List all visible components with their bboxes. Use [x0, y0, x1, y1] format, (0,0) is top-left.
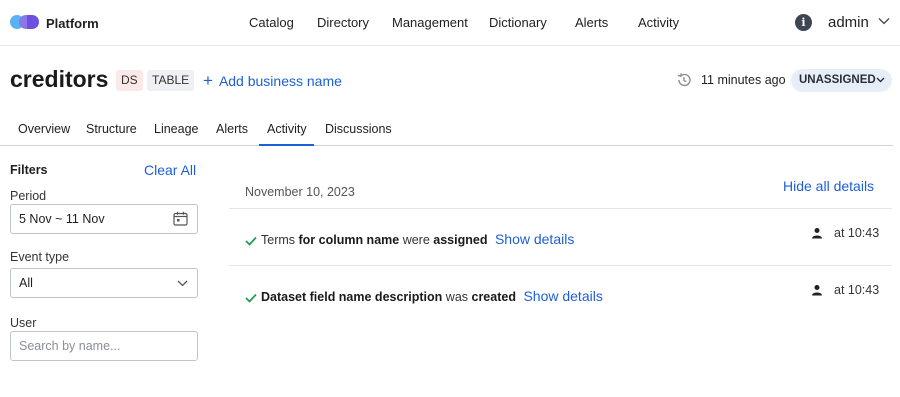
chevron-down-icon[interactable]: [878, 17, 890, 25]
nav-management[interactable]: Management: [392, 15, 468, 30]
last-updated: 11 minutes ago: [701, 73, 786, 87]
show-details-link[interactable]: Show details: [523, 288, 602, 304]
tab-discussions[interactable]: Discussions: [325, 122, 392, 136]
event-text-part: Dataset field name description: [261, 290, 443, 304]
calendar-icon: [173, 211, 188, 226]
assignment-label: UNASSIGNED: [799, 74, 876, 86]
user-icon: [812, 228, 822, 239]
activity-date: November 10, 2023: [245, 185, 355, 199]
table-badge: TABLE: [147, 70, 195, 91]
active-tab-indicator: [259, 144, 314, 146]
user-icon: [812, 285, 822, 296]
clear-all-button[interactable]: Clear All: [144, 162, 196, 178]
event-type-value: All: [19, 276, 33, 290]
tab-activity[interactable]: Activity: [267, 122, 307, 136]
period-value: 5 Nov ~ 11 Nov: [19, 212, 105, 226]
top-navigation: Platform Catalog Directory Management Di…: [0, 0, 900, 46]
event-time: at 10:43: [834, 226, 880, 240]
add-business-name-button[interactable]: + Add business name: [203, 71, 342, 91]
nav-catalog[interactable]: Catalog: [249, 15, 294, 30]
info-icon[interactable]: i: [795, 14, 812, 31]
event-text-part: Terms: [261, 233, 296, 247]
event-type-label: Event type: [10, 250, 70, 264]
divider: [229, 265, 892, 266]
period-label: Period: [10, 189, 47, 203]
event-time: at 10:43: [834, 283, 880, 297]
nav-alerts[interactable]: Alerts: [575, 15, 608, 30]
add-business-name-label: Add business name: [218, 73, 342, 89]
event-text-part: for column name: [295, 233, 400, 247]
tab-overview[interactable]: Overview: [18, 122, 70, 136]
show-details-link[interactable]: Show details: [495, 231, 574, 247]
event-type-select[interactable]: All: [10, 268, 198, 298]
hide-all-details-button[interactable]: Hide all details: [783, 178, 874, 194]
nav-dictionary[interactable]: Dictionary: [489, 15, 547, 30]
tab-structure[interactable]: Structure: [86, 122, 137, 136]
filters-title: Filters: [10, 163, 48, 177]
chevron-down-icon: [177, 280, 188, 287]
event-text-part: was: [442, 290, 469, 304]
logo-icon[interactable]: [10, 15, 42, 31]
nav-activity[interactable]: Activity: [638, 15, 679, 30]
check-icon: [245, 293, 257, 303]
divider: [229, 208, 892, 209]
assignment-dropdown[interactable]: UNASSIGNED: [791, 69, 892, 92]
period-date-picker[interactable]: 5 Nov ~ 11 Nov: [10, 204, 198, 234]
plus-icon: +: [203, 71, 213, 90]
tab-alerts[interactable]: Alerts: [216, 122, 248, 136]
ds-badge: DS: [116, 70, 143, 91]
tab-bar: Overview Structure Lineage Alerts Activi…: [0, 113, 893, 146]
event-text-part: assigned: [429, 233, 488, 247]
brand-name[interactable]: Platform: [46, 16, 99, 31]
page-title: creditors: [10, 66, 109, 92]
event-text-part: created: [468, 290, 516, 304]
tab-lineage[interactable]: Lineage: [154, 122, 199, 136]
chevron-down-icon: [876, 77, 885, 83]
check-icon: [245, 236, 257, 246]
user-label: User: [10, 316, 37, 330]
user-menu[interactable]: admin: [828, 14, 869, 31]
nav-directory[interactable]: Directory: [317, 15, 369, 30]
activity-event: Dataset field name description was creat…: [245, 288, 603, 304]
history-icon: [677, 73, 691, 87]
activity-event: Terms for column name were assigned Show…: [245, 231, 574, 247]
event-text-part: were: [399, 233, 430, 247]
user-search-input[interactable]: [10, 331, 198, 361]
